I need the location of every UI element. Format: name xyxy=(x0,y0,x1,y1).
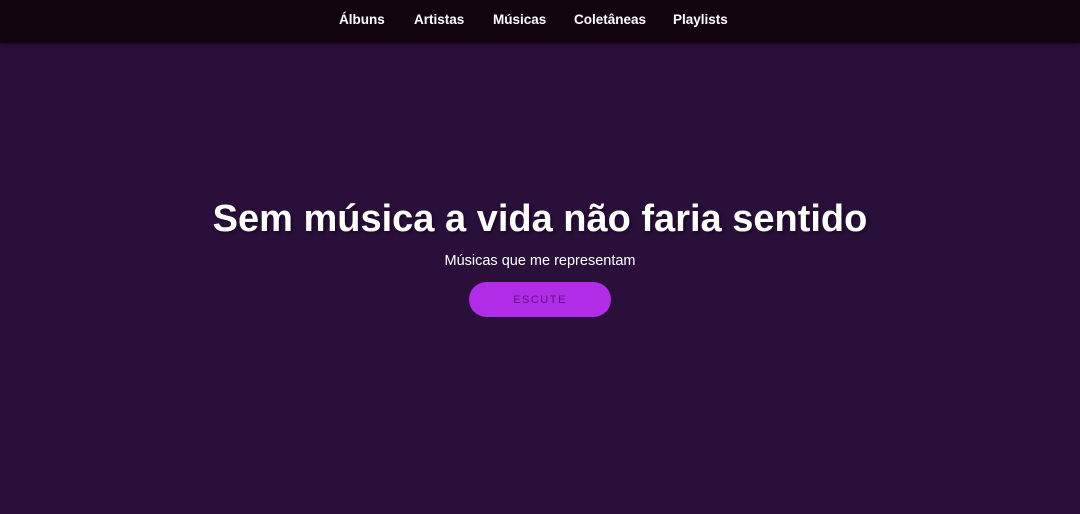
nav-link-albuns[interactable]: Álbuns xyxy=(339,12,385,28)
nav-link-musicas[interactable]: Músicas xyxy=(493,12,546,28)
listen-button[interactable]: ESCUTE xyxy=(469,282,611,317)
top-navbar: Álbuns Artistas Músicas Coletâneas Playl… xyxy=(0,0,1080,43)
nav-link-coletaneas[interactable]: Coletâneas xyxy=(574,12,646,28)
nav-link-artistas[interactable]: Artistas xyxy=(414,12,464,28)
hero-title: Sem música a vida não faria sentido xyxy=(212,198,868,240)
hero-subtitle: Músicas que me representam xyxy=(444,253,636,269)
nav-link-playlists[interactable]: Playlists xyxy=(673,12,728,28)
